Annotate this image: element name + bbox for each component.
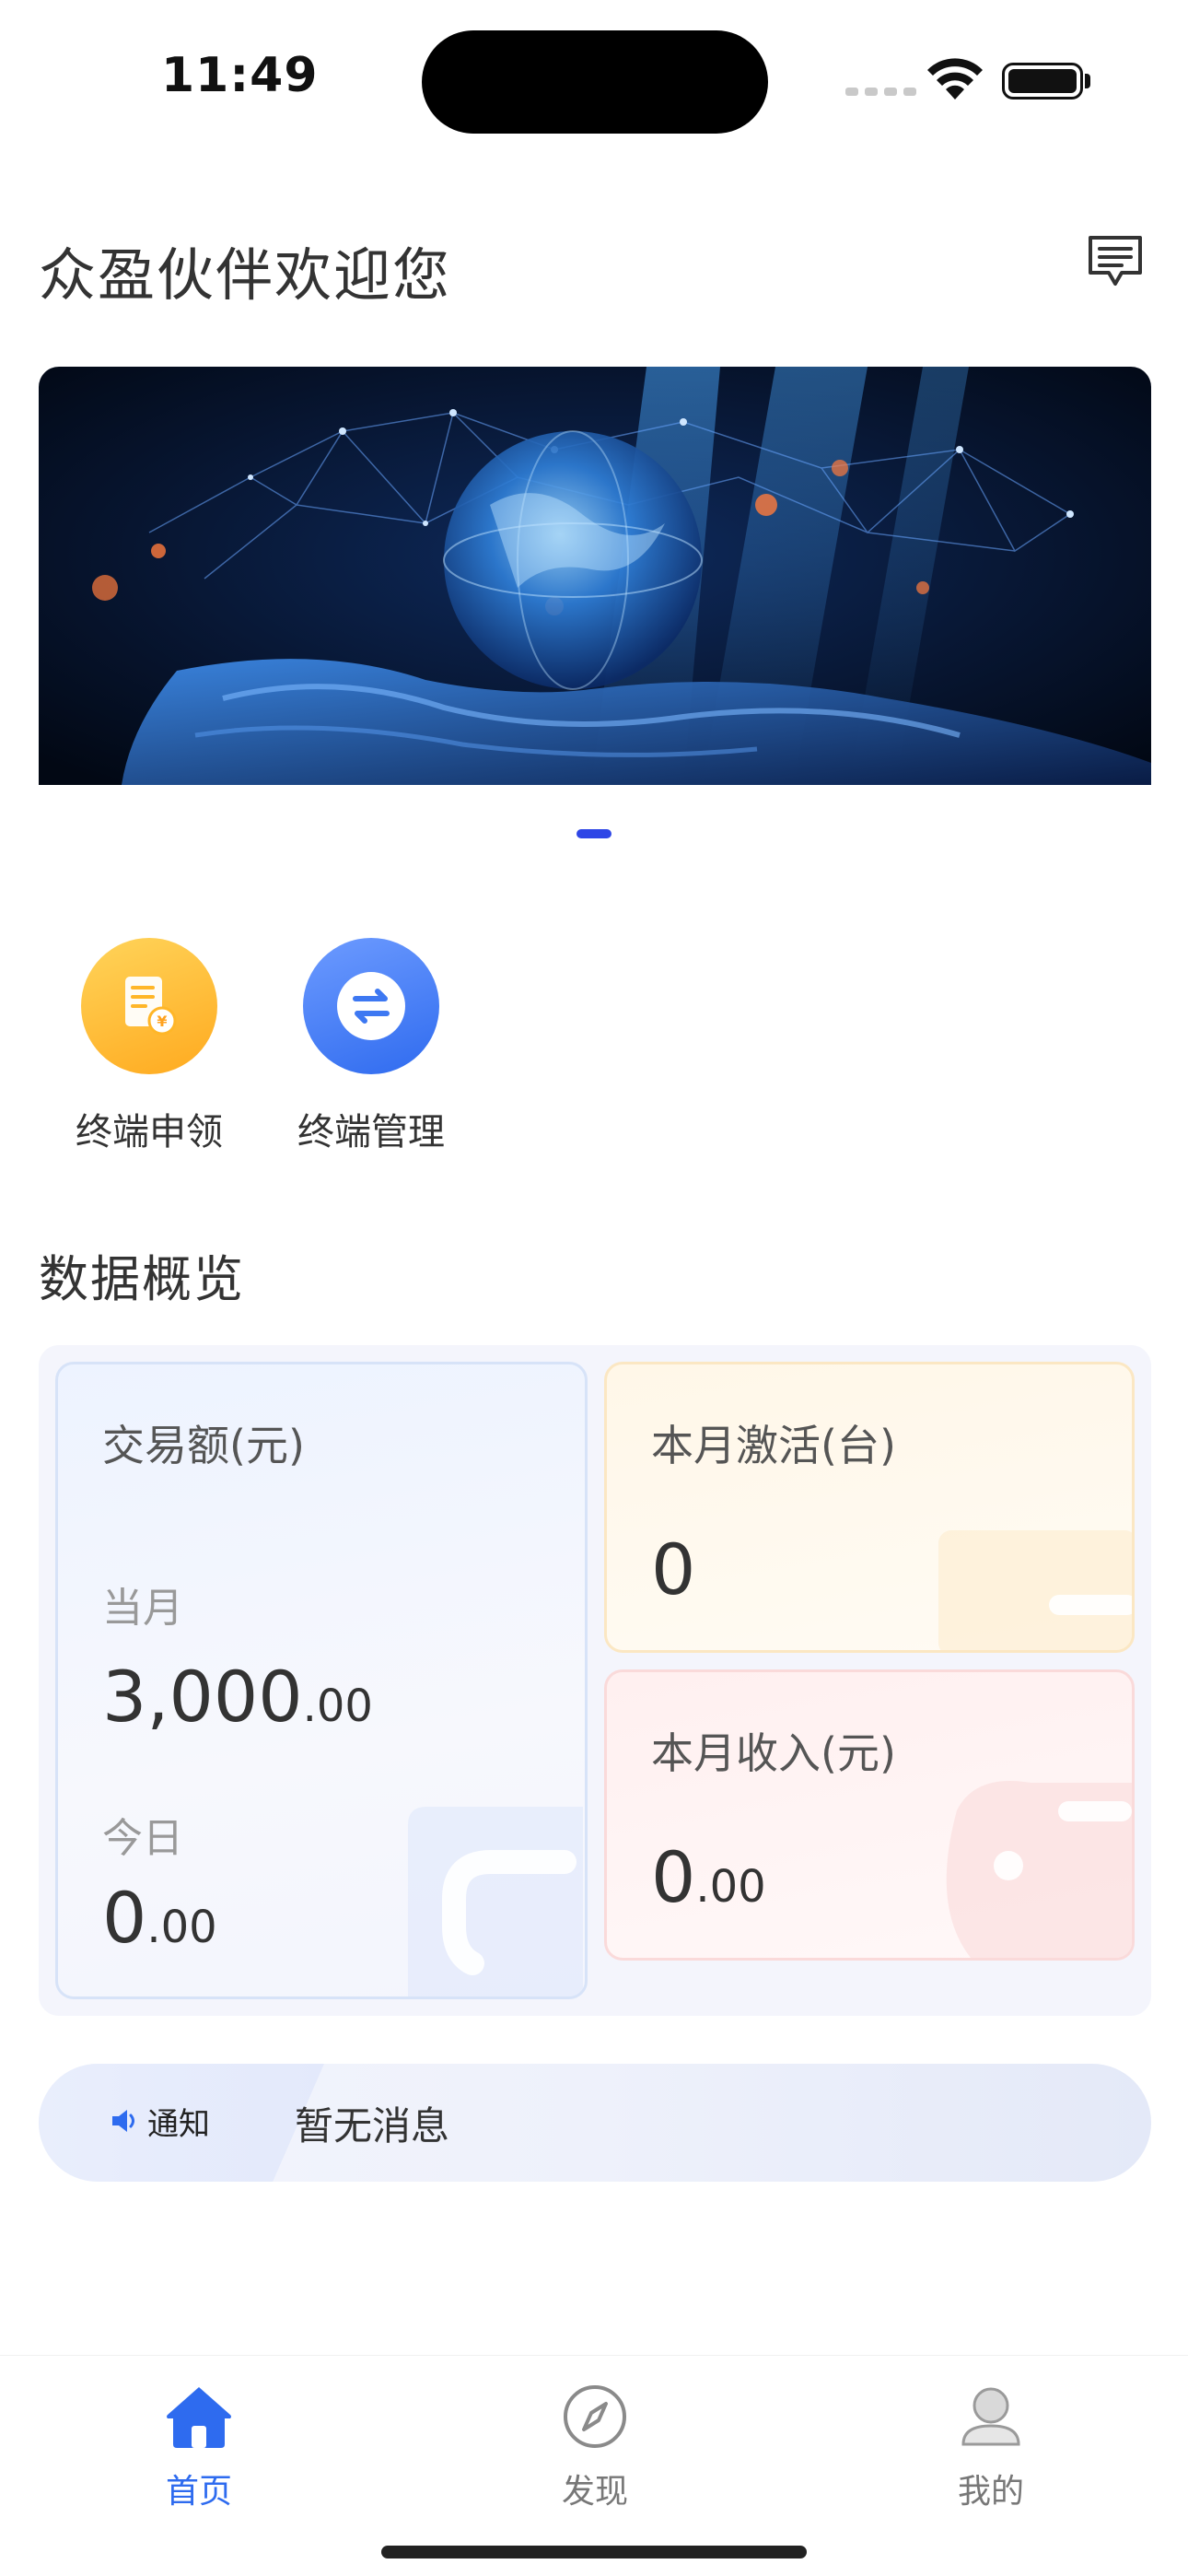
carousel-indicator: [577, 829, 611, 838]
home-indicator: [381, 2546, 807, 2558]
bottom-tab-bar: 首页 发现 我的: [0, 2355, 1188, 2576]
card-decoration: [946, 1781, 1132, 1958]
tab-label: 我的: [957, 2473, 1024, 2511]
shortcut-terminal-manage[interactable]: 终端管理: [279, 938, 463, 1155]
data-overview-panel: 交易额(元) 当月 3,000.00 今日 0.00 本月激活(台) 0 本月收…: [39, 1345, 1151, 2016]
tab-mine[interactable]: 我的: [917, 2383, 1065, 2512]
battery-icon: [1002, 63, 1083, 100]
card-decoration: [408, 1807, 583, 1996]
notice-text: 暂无消息: [295, 2103, 450, 2149]
speaker-icon: [112, 2110, 134, 2132]
page-title: 众盈伙伴欢迎您: [39, 241, 452, 309]
activation-card[interactable]: 本月激活(台) 0: [604, 1362, 1135, 1653]
activation-title: 本月激活(台): [651, 1421, 896, 1470]
user-icon: [961, 2387, 1020, 2446]
exchange-arrows-icon: [303, 938, 439, 1074]
banner-image: [39, 367, 1151, 785]
month-label: 当月: [102, 1585, 183, 1632]
section-title-overview: 数据概览: [39, 1250, 245, 1308]
notice-bar[interactable]: 通知 暂无消息: [39, 2064, 1151, 2182]
shortcut-label: 终端管理: [297, 1111, 445, 1153]
transaction-title: 交易额(元): [102, 1421, 305, 1470]
today-label: 今日: [102, 1815, 183, 1862]
tab-discover[interactable]: 发现: [521, 2383, 669, 2512]
activation-value: 0: [651, 1528, 696, 1610]
tab-label: 首页: [165, 2473, 232, 2511]
today-amount: 0.00: [102, 1877, 217, 1959]
svg-text:¥: ¥: [157, 1013, 167, 1030]
wifi-icon: [927, 58, 983, 100]
document-yuan-icon: ¥: [81, 938, 217, 1074]
message-icon[interactable]: [1085, 232, 1146, 291]
home-icon: [167, 2387, 231, 2448]
status-bar: 11:49: [0, 0, 1188, 157]
dynamic-island: [422, 30, 768, 134]
income-title: 本月收入(元): [651, 1728, 896, 1778]
tab-home[interactable]: 首页: [125, 2383, 273, 2512]
compass-icon: [564, 2385, 626, 2448]
cellular-signal-icon: [845, 88, 916, 96]
month-amount: 3,000.00: [102, 1656, 373, 1738]
transaction-card[interactable]: 交易额(元) 当月 3,000.00 今日 0.00: [55, 1362, 588, 1999]
battery-tip: [1085, 74, 1090, 88]
income-card[interactable]: 本月收入(元) 0.00: [604, 1669, 1135, 1961]
notice-tag-label: 通知: [147, 2106, 210, 2143]
banner-carousel[interactable]: [39, 367, 1151, 785]
status-time: 11:49: [161, 48, 319, 103]
card-decoration: [938, 1530, 1132, 1650]
shortcut-label: 终端申领: [76, 1111, 223, 1153]
tab-label: 发现: [561, 2473, 628, 2511]
shortcut-terminal-apply[interactable]: ¥ 终端申领: [57, 938, 241, 1155]
income-value: 0.00: [651, 1836, 766, 1918]
